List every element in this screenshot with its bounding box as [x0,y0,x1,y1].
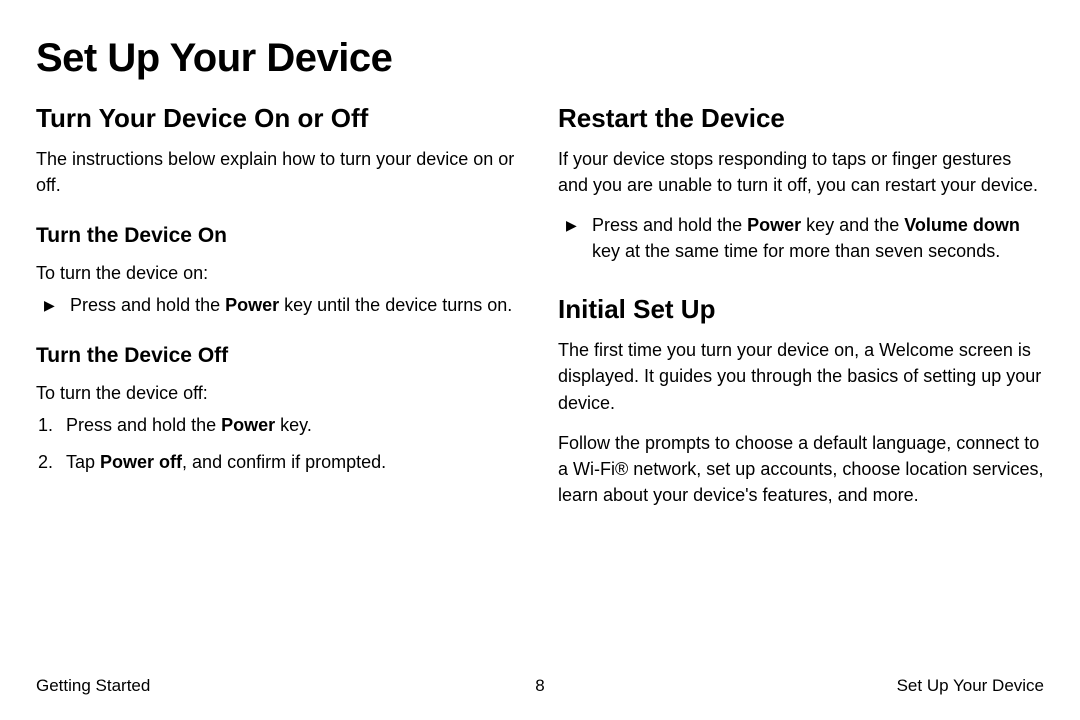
text-post: key at the same time for more than seven… [592,241,1000,261]
step-1: 1. Press and hold the Power key. [36,412,522,438]
initial-p2: Follow the prompts to choose a default l… [558,430,1044,508]
text-post: key. [275,415,312,435]
heading-initial-setup: Initial Set Up [558,294,1044,325]
text-pre: Press and hold the [70,295,225,315]
footer-right: Set Up Your Device [897,676,1044,696]
step-number: 1. [38,412,66,438]
content-columns: Turn Your Device On or Off The instructi… [36,103,1044,522]
lead-turn-off: To turn the device off: [36,380,522,406]
text-bold: Volume down [904,215,1020,235]
step-1-text: Press and hold the Power key. [66,412,522,438]
step-number: 2. [38,449,66,475]
bullet-turn-on: ▶ Press and hold the Power key until the… [36,292,522,318]
text-pre: Tap [66,452,100,472]
bullet-turn-on-text: Press and hold the Power key until the d… [70,292,522,318]
footer-left: Getting Started [36,676,150,696]
text-bold: Power [747,215,801,235]
text-post: key until the device turns on. [279,295,512,315]
bullet-restart: ▶ Press and hold the Power key and the V… [558,212,1044,264]
initial-p1: The first time you turn your device on, … [558,337,1044,415]
intro-restart: If your device stops responding to taps … [558,146,1044,198]
footer-page-number: 8 [535,676,544,696]
text-bold: Power [225,295,279,315]
left-column: Turn Your Device On or Off The instructi… [36,103,522,522]
text-bold: Power [221,415,275,435]
intro-turn-on-off: The instructions below explain how to tu… [36,146,522,198]
heading-turn-on-off: Turn Your Device On or Off [36,103,522,134]
text-pre: Press and hold the [592,215,747,235]
heading-restart: Restart the Device [558,103,1044,134]
triangle-icon: ▶ [566,212,592,235]
page-title: Set Up Your Device [36,36,1044,81]
text-bold: Power off [100,452,182,472]
right-column: Restart the Device If your device stops … [558,103,1044,522]
text-pre: Press and hold the [66,415,221,435]
lead-turn-on: To turn the device on: [36,260,522,286]
step-2-text: Tap Power off, and confirm if prompted. [66,449,522,475]
text-post: , and confirm if prompted. [182,452,386,472]
triangle-icon: ▶ [44,292,70,315]
heading-turn-on: Turn the Device On [36,224,522,248]
text-mid: key and the [801,215,904,235]
heading-turn-off: Turn the Device Off [36,344,522,368]
step-2: 2. Tap Power off, and confirm if prompte… [36,449,522,475]
bullet-restart-text: Press and hold the Power key and the Vol… [592,212,1044,264]
page-footer: Getting Started 8 Set Up Your Device [36,676,1044,696]
